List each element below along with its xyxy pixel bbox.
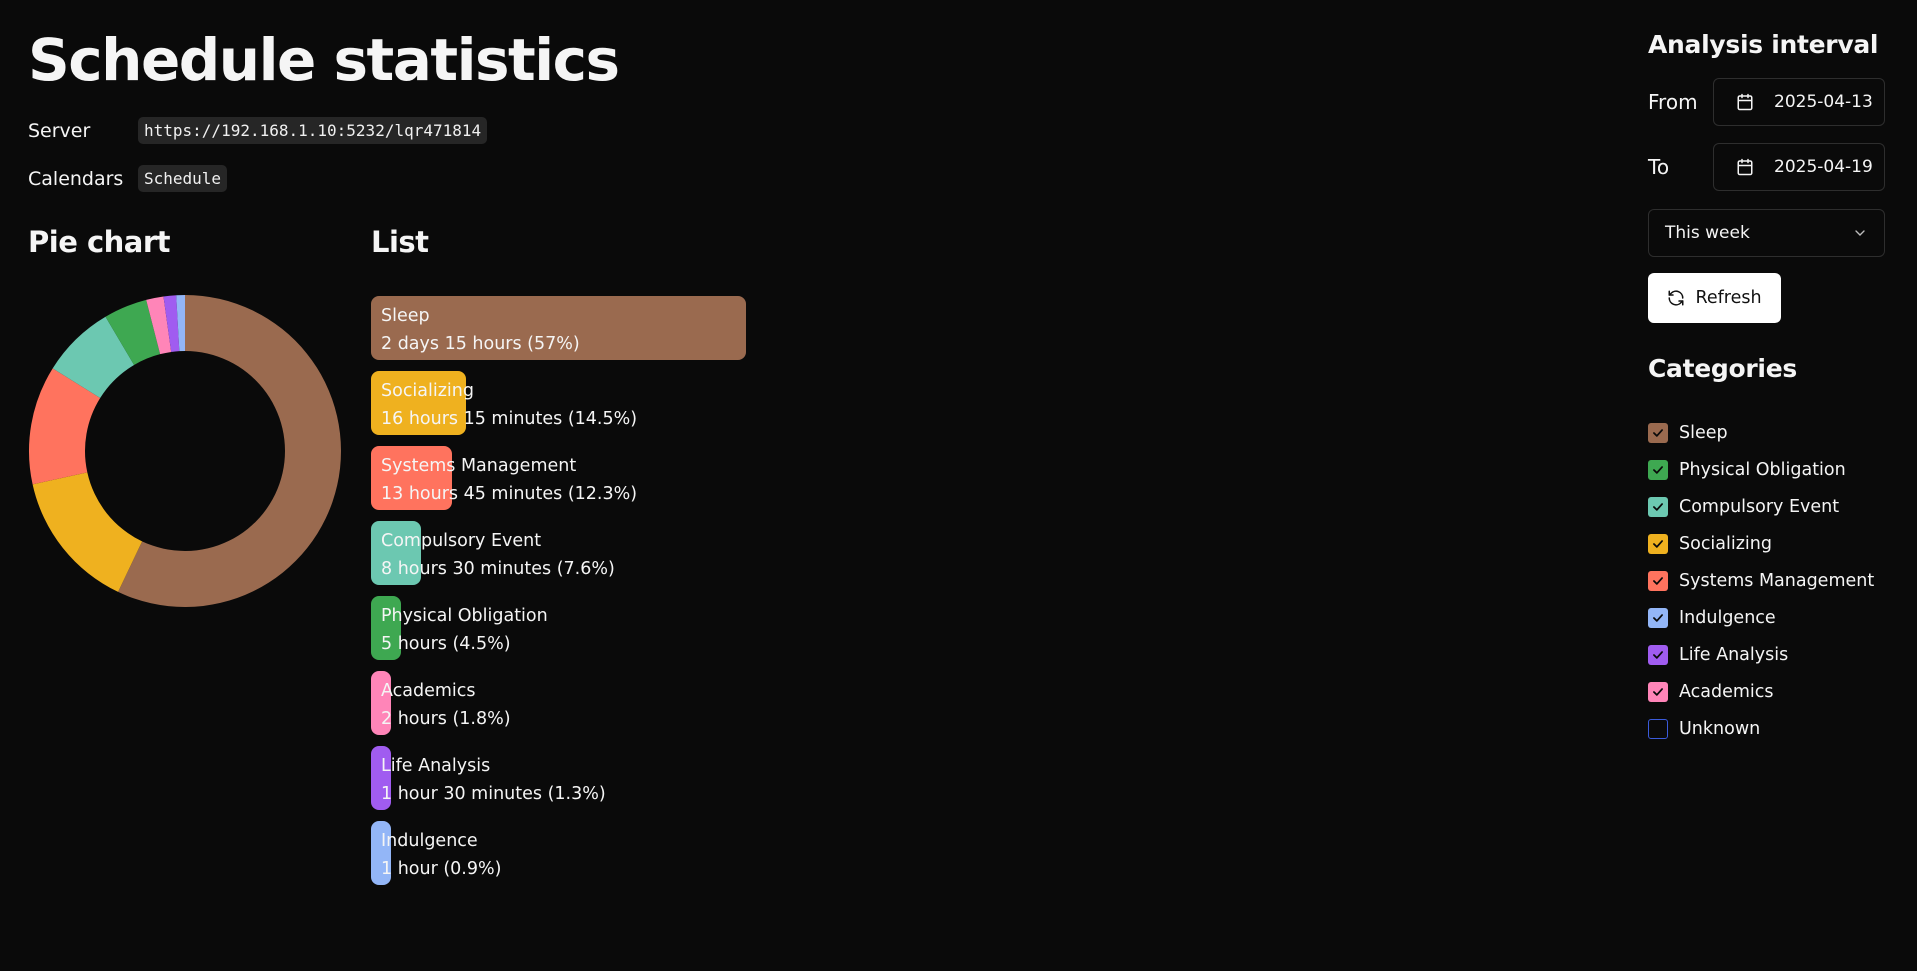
to-date-picker[interactable]: 2025-04-19	[1713, 143, 1885, 191]
list-item-indulgence[interactable]: Indulgence 1 hour (0.9%)	[371, 821, 771, 885]
check-icon	[1653, 465, 1663, 474]
list-item-socializing[interactable]: Socializing 16 hours 15 minutes (14.5%)	[371, 371, 771, 435]
list-item-duration: 1 hour (0.9%)	[381, 859, 502, 879]
category-life-analysis[interactable]: Life Analysis	[1648, 636, 1874, 673]
check-icon	[1653, 576, 1663, 585]
list-item-name: Indulgence	[381, 831, 478, 851]
list-item-name: Physical Obligation	[381, 606, 548, 626]
category-label: Socializing	[1679, 533, 1772, 554]
category-label: Indulgence	[1679, 607, 1776, 628]
from-label: From	[1648, 90, 1698, 114]
calendar-icon	[1737, 158, 1753, 176]
category-checkbox[interactable]	[1648, 459, 1668, 480]
pie-chart-heading: Pie chart	[28, 225, 171, 259]
list-item-name: Life Analysis	[381, 756, 491, 776]
category-label: Systems Management	[1679, 570, 1875, 591]
category-systems-management[interactable]: Systems Management	[1648, 562, 1874, 599]
categories-heading: Categories	[1648, 354, 1797, 383]
list-item-academics[interactable]: Academics 2 hours (1.8%)	[371, 671, 771, 735]
category-label: Sleep	[1679, 422, 1728, 443]
category-physical-obligation[interactable]: Physical Obligation	[1648, 451, 1874, 488]
category-label: Life Analysis	[1679, 644, 1789, 665]
to-row: To 2025-04-19	[1648, 143, 1885, 191]
list-item-duration: 1 hour 30 minutes (1.3%)	[381, 784, 606, 804]
interval-preset-select[interactable]: This week	[1648, 209, 1885, 257]
calendar-chip: Schedule	[138, 165, 228, 192]
server-url: https://192.168.1.10:5232/lqr471814	[138, 117, 488, 144]
category-checkbox[interactable]	[1648, 496, 1668, 517]
list-item-name: Sleep	[381, 306, 430, 326]
list-item-text: Compulsory Event 8 hours 30 minutes (7.6%…	[381, 527, 615, 583]
list-item-duration: 5 hours (4.5%)	[381, 634, 511, 654]
from-date-picker[interactable]: 2025-04-13	[1713, 78, 1885, 126]
list-item-duration: 2 days 15 hours (57%)	[381, 334, 580, 354]
category-checkbox[interactable]	[1648, 644, 1668, 665]
category-socializing[interactable]: Socializing	[1648, 525, 1874, 562]
calendars-row: Calendars Schedule	[28, 165, 228, 192]
category-checkbox[interactable]	[1648, 570, 1668, 591]
list-item-sleep[interactable]: Sleep 2 days 15 hours (57%)	[371, 296, 771, 360]
list-item-life-analysis[interactable]: Life Analysis 1 hour 30 minutes (1.3%)	[371, 746, 771, 810]
check-icon	[1653, 502, 1663, 511]
category-checkbox[interactable]	[1648, 422, 1668, 443]
chevron-down-icon	[1855, 230, 1865, 236]
calendar-icon	[1737, 93, 1753, 111]
check-icon	[1653, 428, 1663, 437]
refresh-button[interactable]: Refresh	[1648, 273, 1781, 323]
list-item-duration: 13 hours 45 minutes (12.3%)	[381, 484, 638, 504]
server-row: Server https://192.168.1.10:5232/lqr4718…	[28, 117, 488, 144]
from-date-value: 2025-04-13	[1774, 92, 1873, 112]
list-item-systems-management[interactable]: Systems Management 13 hours 45 minutes (1…	[371, 446, 771, 510]
interval-preset-value: This week	[1665, 223, 1750, 243]
list-item-compulsory-event[interactable]: Compulsory Event 8 hours 30 minutes (7.6%…	[371, 521, 771, 585]
category-compulsory-event[interactable]: Compulsory Event	[1648, 488, 1874, 525]
list-item-duration: 2 hours (1.8%)	[381, 709, 511, 729]
list-item-text: Socializing 16 hours 15 minutes (14.5%)	[381, 377, 637, 433]
list-item-text: Academics 2 hours (1.8%)	[381, 677, 511, 733]
category-checkbox[interactable]	[1648, 533, 1668, 554]
list-item-text: Life Analysis 1 hour 30 minutes (1.3%)	[381, 752, 606, 808]
analysis-interval-heading: Analysis interval	[1648, 30, 1879, 59]
from-row: From 2025-04-13	[1648, 78, 1885, 126]
category-filter-list: Sleep Physical Obligation Compulsory Event…	[1648, 414, 1874, 747]
category-checkbox[interactable]	[1648, 607, 1668, 628]
category-checkbox[interactable]	[1648, 681, 1668, 702]
category-label: Compulsory Event	[1679, 496, 1840, 517]
category-sleep[interactable]: Sleep	[1648, 414, 1874, 451]
list-item-text: Physical Obligation 5 hours (4.5%)	[381, 602, 548, 658]
category-checkbox[interactable]	[1648, 718, 1668, 739]
list-item-duration: 8 hours 30 minutes (7.6%)	[381, 559, 615, 579]
page-title: Schedule statistics	[28, 26, 620, 94]
refresh-icon	[1668, 290, 1684, 306]
category-academics[interactable]: Academics	[1648, 673, 1874, 710]
list-item-name: Compulsory Event	[381, 531, 542, 551]
list-item-text: Systems Management 13 hours 45 minutes (1…	[381, 452, 637, 508]
list-item-text: Sleep 2 days 15 hours (57%)	[381, 302, 580, 358]
category-unknown[interactable]: Unknown	[1648, 710, 1874, 747]
category-label: Physical Obligation	[1679, 459, 1846, 480]
list-item-physical-obligation[interactable]: Physical Obligation 5 hours (4.5%)	[371, 596, 771, 660]
pie-chart	[29, 295, 341, 607]
check-icon	[1653, 539, 1663, 548]
list-item-name: Academics	[381, 681, 476, 701]
list-item-text: Indulgence 1 hour (0.9%)	[381, 827, 501, 883]
category-label: Academics	[1679, 681, 1774, 702]
refresh-label: Refresh	[1695, 288, 1762, 308]
server-label: Server	[28, 119, 91, 142]
list-item-name: Systems Management	[381, 456, 577, 476]
category-list: Sleep 2 days 15 hours (57%) Socializing 16 …	[371, 296, 771, 896]
calendars-label: Calendars	[28, 167, 124, 190]
check-icon	[1653, 687, 1663, 696]
category-indulgence[interactable]: Indulgence	[1648, 599, 1874, 636]
check-icon	[1653, 650, 1663, 659]
list-item-name: Socializing	[381, 381, 474, 401]
check-icon	[1653, 613, 1663, 622]
list-item-duration: 16 hours 15 minutes (14.5%)	[381, 409, 638, 429]
to-label: To	[1648, 155, 1670, 179]
pie-slice-socializing	[32, 472, 143, 592]
list-heading: List	[371, 225, 429, 259]
category-label: Unknown	[1679, 718, 1761, 739]
to-date-value: 2025-04-19	[1774, 157, 1873, 177]
